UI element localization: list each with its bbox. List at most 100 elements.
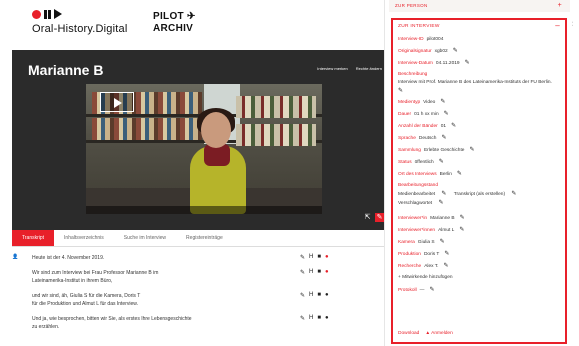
login-link[interactable]: ▲ Anmelden bbox=[425, 330, 452, 338]
edit-icon[interactable]: ✎ bbox=[465, 59, 470, 67]
annotation-icon[interactable]: ■ bbox=[317, 292, 321, 299]
segment-text: zu erzählen. bbox=[32, 324, 60, 330]
content-tabs: Transkript Inhaltsverzeichnis Suche im I… bbox=[12, 230, 390, 247]
zur-interview-header[interactable]: ZUR INTERVIEW – bbox=[398, 22, 560, 31]
edit-icon[interactable]: ✎ bbox=[300, 269, 305, 276]
annotation-icon[interactable]: ■ bbox=[317, 269, 321, 276]
marker-icon[interactable]: ● bbox=[325, 315, 329, 322]
video-player[interactable] bbox=[86, 84, 322, 214]
heading-icon[interactable]: H bbox=[309, 315, 313, 322]
edit-icon[interactable]: ✎ bbox=[300, 315, 305, 322]
pilot-text: PILOT bbox=[153, 11, 184, 22]
archiv-text: ARCHIV bbox=[153, 23, 194, 34]
field-medientyp: Medientyp Video ✎ bbox=[398, 98, 446, 106]
video-frame-binders bbox=[236, 124, 316, 146]
segment-text: Heute ist der 4. November 2019. bbox=[32, 255, 105, 261]
edit-icon[interactable]: ✎ bbox=[398, 87, 403, 95]
video-scrub-bar[interactable] bbox=[86, 206, 322, 214]
segment-text: für die Produktion und Almut L für das I… bbox=[32, 301, 138, 307]
tab-registereintraege[interactable]: Registereinträge bbox=[176, 230, 233, 246]
rights-link[interactable]: Rechte ändern bbox=[356, 66, 382, 71]
field-dauer: Dauer 01 h xx min ✎ bbox=[398, 110, 449, 118]
heading-icon[interactable]: H bbox=[309, 254, 313, 261]
zur-interview-heading: ZUR INTERVIEW bbox=[398, 24, 440, 29]
tab-transkript[interactable]: Transkript bbox=[12, 230, 55, 246]
marker-icon[interactable]: ● bbox=[325, 254, 329, 261]
transcript-segment[interactable]: Und ja, wie besprochen, bitten wir Sie, … bbox=[12, 315, 342, 331]
transcript-segment[interactable]: 👤 Heute ist der 4. November 2019. ✎ H ■ ● bbox=[12, 254, 342, 262]
bookmark-interview-link[interactable]: Interview merken bbox=[317, 66, 347, 71]
edit-icon[interactable]: ✎ bbox=[444, 262, 449, 270]
pause-icon bbox=[44, 9, 51, 19]
transcript: 👤 Heute ist der 4. November 2019. ✎ H ■ ● W… bbox=[12, 254, 342, 338]
field-beschreibung: Beschreibung Interview mit Prof. Mariann… bbox=[398, 72, 552, 95]
field-originalsignatur: Originalsignatur xgb02 ✎ bbox=[398, 47, 458, 55]
external-link-icon[interactable]: ⇱ bbox=[363, 213, 372, 222]
field-produktion: Produktion Doris T ✎ bbox=[398, 250, 450, 258]
oral-history-logo[interactable]: Oral-History.Digital bbox=[32, 8, 127, 35]
edit-icon[interactable]: ✎ bbox=[511, 191, 516, 197]
collapse-panel-icon[interactable]: › bbox=[572, 18, 573, 28]
edit-icon[interactable]: ✎ bbox=[469, 146, 474, 154]
edit-icon[interactable]: ✎ bbox=[457, 170, 462, 178]
annotation-icon[interactable]: ■ bbox=[317, 254, 321, 261]
edit-icon[interactable]: ✎ bbox=[451, 122, 456, 130]
edit-icon[interactable]: ✎ bbox=[439, 158, 444, 166]
expand-icon[interactable]: + bbox=[558, 0, 562, 12]
field-sammlung: Sammlung Erlebte Geschichte ✎ bbox=[398, 146, 475, 154]
segment-text: Lateinamerika-Institut in ihrem Büro, bbox=[32, 278, 113, 284]
heading-icon[interactable]: H bbox=[309, 269, 313, 276]
edit-icon[interactable]: ✎ bbox=[453, 47, 458, 55]
marker-icon[interactable]: ● bbox=[325, 269, 329, 276]
edit-icon[interactable]: ✎ bbox=[440, 98, 445, 106]
plane-icon: ✈ bbox=[187, 11, 196, 22]
play-button[interactable] bbox=[100, 92, 134, 112]
segment-text: und wir sind, äh, Giulia S für die Kamer… bbox=[32, 293, 141, 299]
tab-inhaltsverzeichnis[interactable]: Inhaltsverzeichnis bbox=[54, 230, 114, 246]
edit-icon[interactable]: ✎ bbox=[459, 226, 464, 234]
field-recherche: Recherche Alex T. ✎ bbox=[398, 262, 449, 270]
video-section: Marianne B Interview merken Rechte änder… bbox=[12, 50, 390, 230]
collapse-icon[interactable]: – bbox=[555, 22, 560, 31]
transcript-segment[interactable]: und wir sind, äh, Giulia S für die Kamer… bbox=[12, 292, 342, 308]
edit-icon[interactable]: ✎ bbox=[444, 250, 449, 258]
edit-icon[interactable]: ✎ bbox=[300, 254, 305, 261]
zur-person-heading: ZUR PERSON bbox=[395, 3, 428, 8]
add-contributor-button[interactable]: + Mitwirkende hinzufügen bbox=[398, 274, 560, 282]
field-bearbeitungsstand: Bearbeitungsstand Medienbearbeitet ✎ Tra… bbox=[398, 183, 517, 206]
speaker-icon: 👤 bbox=[12, 254, 19, 260]
segment-text: Und ja, wie besprochen, bitten wir Sie, … bbox=[32, 316, 192, 322]
edit-icon[interactable]: ✎ bbox=[429, 286, 434, 294]
field-interview-id: Interview-ID pilot004 bbox=[398, 37, 444, 42]
field-ort: Ort des Interviews Berlin ✎ bbox=[398, 170, 462, 178]
edit-icon[interactable]: ✎ bbox=[460, 214, 465, 222]
annotation-icon[interactable]: ■ bbox=[317, 315, 321, 322]
edit-icon[interactable]: ✎ bbox=[440, 238, 445, 246]
edit-icon[interactable]: ✎ bbox=[441, 134, 446, 142]
zur-person-section[interactable]: ZUR PERSON + bbox=[389, 0, 570, 12]
heading-icon[interactable]: H bbox=[309, 292, 313, 299]
edit-icon[interactable]: ✎ bbox=[438, 200, 443, 206]
edit-icon[interactable]: ✎ bbox=[300, 292, 305, 299]
tab-suche[interactable]: Suche im Interview bbox=[114, 230, 176, 246]
field-datum: Interview-Datum 04.11.2019 ✎ bbox=[398, 59, 470, 67]
logo-marks bbox=[32, 8, 127, 20]
site-header: Oral-History.Digital PILOT ✈ ARCHIV bbox=[0, 0, 390, 48]
panel-footer: Download ▲ Anmelden bbox=[398, 330, 453, 338]
edit-icon[interactable]: ✎ bbox=[441, 191, 446, 197]
pilot-archiv-logo[interactable]: PILOT ✈ ARCHIV bbox=[153, 11, 196, 35]
download-link[interactable]: Download bbox=[398, 330, 419, 338]
zur-interview-section: ZUR INTERVIEW – Interview-ID pilot004 Or… bbox=[391, 18, 567, 344]
record-icon bbox=[32, 9, 41, 19]
field-sprache: Sprache Deutsch ✎ bbox=[398, 134, 447, 142]
field-status: Status öffentlich ✎ bbox=[398, 158, 444, 166]
transcript-segment[interactable]: Wir sind zum Interview bei Frau Professo… bbox=[12, 269, 342, 285]
video-frame-books bbox=[92, 118, 202, 140]
field-anzahl-baender: Anzahl der Bänder 01 ✎ bbox=[398, 122, 457, 130]
video-frame-face bbox=[201, 112, 231, 148]
segment-actions: ✎ H ■ ● bbox=[300, 254, 329, 261]
edit-media-icon[interactable]: ✎ bbox=[375, 213, 384, 222]
edit-icon[interactable]: ✎ bbox=[444, 110, 449, 118]
marker-icon[interactable]: ● bbox=[325, 292, 329, 299]
video-tools: ⇱ ✎ bbox=[363, 213, 384, 222]
